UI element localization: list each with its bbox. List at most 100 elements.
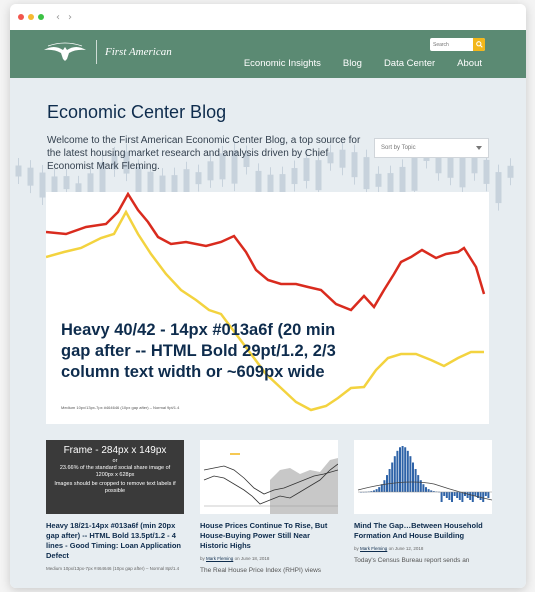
post-card-title[interactable]: Heavy 18/21-14px #013a6f (min 20px gap a… [46,521,184,561]
page-intro: Welcome to the First American Economic C… [47,135,361,172]
featured-chart-image [46,192,486,412]
search-button[interactable] [473,38,485,51]
histogram-bar [399,447,401,492]
candle-mark [39,172,46,198]
sort-label: Sort by Topic [381,145,416,151]
candle-mark [399,166,406,194]
histogram-bar [383,480,386,492]
histogram-bar [440,492,443,502]
back-arrow-icon[interactable]: ‹ [56,12,60,23]
histogram-bar [391,462,394,492]
site-logo[interactable]: First American [42,40,172,64]
forward-arrow-icon[interactable]: › [68,12,72,23]
histogram-bar [409,456,412,492]
candle-mark [363,157,370,190]
sort-by-topic-select[interactable]: Sort by Topic [374,138,489,158]
nav-about[interactable]: About [457,58,482,69]
histogram-bar [375,489,378,492]
author-link[interactable]: Mark Fleming [360,546,387,551]
main-nav: Economic Insights Blog Data Center About [222,58,482,69]
histogram-bar [388,469,391,492]
candle-mark [495,172,502,204]
frame-description: 23.66% of the standard social share imag… [59,465,171,478]
candle-mark [507,165,514,178]
candle-mark [195,172,202,185]
meta-prefix: by [354,546,359,551]
post-card-meta: Medium 10px/13px-7px #464646 (10px gap a… [46,566,180,571]
candle-mark [387,173,394,194]
frame-title: Frame - 284px x 149px [63,445,167,456]
maximize-window-dot[interactable] [38,14,44,20]
author-link[interactable]: Mark Fleming [206,556,233,561]
search-box[interactable] [430,38,485,51]
featured-post-meta: Medium 10px/13px-7px #464646 (10px gap a… [61,405,180,410]
site-header: First American Economic Insights Blog Da… [10,30,526,78]
histogram-bar [393,456,396,492]
histogram-bar [401,446,404,492]
post-card-thumbnail [200,440,338,514]
eagle-logo-icon [44,42,86,61]
candle-mark [483,159,490,184]
nav-economic-insights[interactable]: Economic Insights [244,58,321,69]
nav-blog[interactable]: Blog [343,58,362,69]
browser-toolbar: ‹ › [10,4,526,30]
histogram-bar [406,450,409,492]
histogram-bar [479,492,482,500]
frame-crop-note: Images should be cropped to remove text … [54,481,176,494]
histogram-bar [396,450,399,492]
candle-mark [159,175,166,193]
browser-window: ‹ › First American Economic [10,4,526,588]
post-card-excerpt: The Real House Price Index (RHPI) views [200,567,322,574]
histogram-bar [461,492,464,502]
candle-mark [255,170,262,192]
candle-mark [471,156,478,174]
post-card[interactable]: Mind The Gap…Between Household Formation… [354,440,492,564]
meta-date: on June 12, 2018 [388,546,424,551]
meta-prefix: by [200,556,205,561]
red-trend-line [46,192,486,312]
featured-post[interactable]: Heavy 40/42 - 14px #013a6f (20 min gap a… [46,192,489,424]
house-price-chart-thumbnail [200,440,338,514]
candle-mark [27,167,34,186]
candle-mark [375,173,382,187]
meta-date: on June 18, 2018 [234,556,270,561]
candle-mark [15,165,22,177]
web-page: First American Economic Insights Blog Da… [10,30,526,588]
search-input[interactable] [430,41,472,48]
histogram-bar [427,489,430,492]
histogram-bar [484,492,487,496]
histogram-bar [404,447,407,492]
brand-name: First American [105,46,172,58]
post-card-meta: by Mark Fleming on June 18, 2018 [200,556,338,561]
post-card-title[interactable]: House Prices Continue To Rise, But House… [200,521,338,551]
histogram-bar [453,492,456,496]
histogram-bar [466,492,469,498]
frame-or-text: or [112,458,118,464]
post-card-thumbnail [354,440,492,514]
page-title: Economic Center Blog [47,102,227,122]
histogram-bar [482,492,485,502]
histogram-bar [469,492,472,500]
post-card[interactable]: Frame - 284px x 149px or 23.66% of the s… [46,440,184,571]
histogram-bar [456,492,459,498]
candle-mark [411,156,418,191]
histogram-bar [458,492,461,500]
histogram-bar [378,487,381,492]
minimize-window-dot[interactable] [28,14,34,20]
close-window-dot[interactable] [18,14,24,20]
post-card[interactable]: House Prices Continue To Rise, But House… [200,440,338,574]
histogram-bar [425,487,427,492]
nav-data-center[interactable]: Data Center [384,58,435,69]
histogram-bar [451,492,453,502]
chevron-down-icon [476,146,482,150]
histogram-bar [414,469,417,492]
candle-mark [63,176,70,190]
histogram-bar [417,475,420,492]
histogram-bar [448,492,451,500]
histogram-bar [443,492,446,496]
search-icon [475,41,483,48]
featured-post-title[interactable]: Heavy 40/42 - 14px #013a6f (20 min gap a… [61,320,361,383]
histogram-bar [422,484,425,492]
histogram-bar [445,492,448,498]
post-card-title[interactable]: Mind The Gap…Between Household Formation… [354,521,492,541]
